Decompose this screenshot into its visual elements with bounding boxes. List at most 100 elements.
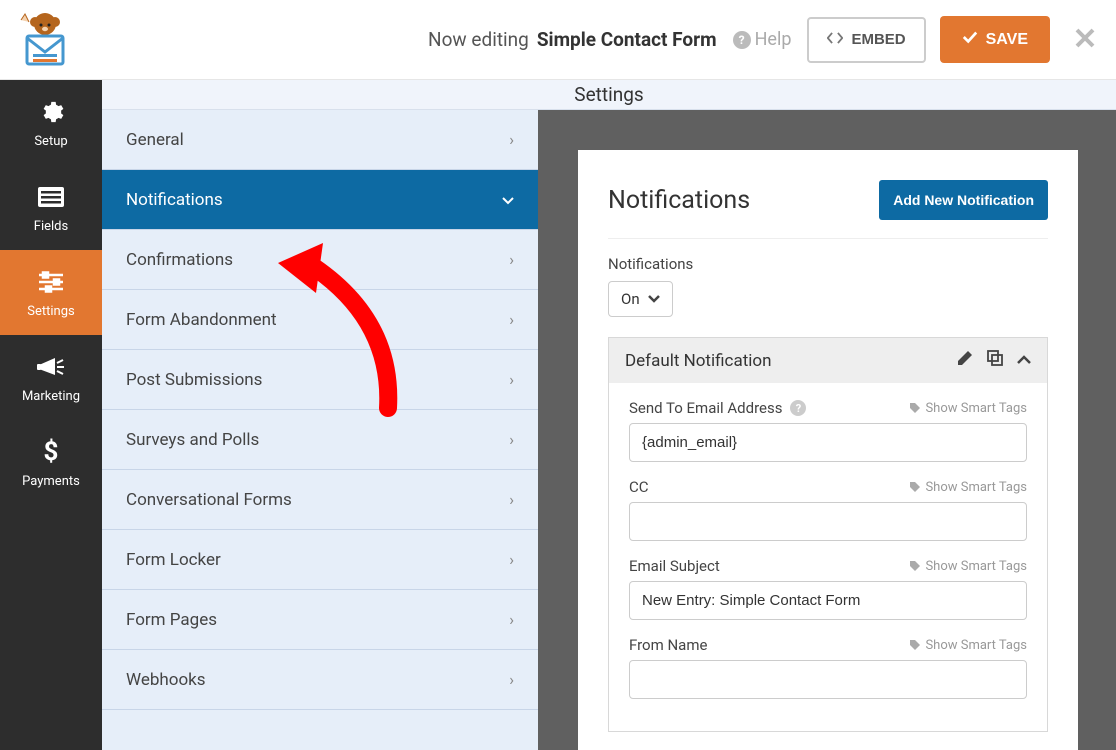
chevron-right-icon: › [509, 370, 514, 389]
chevron-down-icon [648, 295, 660, 303]
settings-area: Settings General › Notifications Confirma… [102, 80, 1116, 750]
save-label: SAVE [986, 31, 1028, 49]
from-name-input[interactable] [629, 660, 1027, 699]
settings-item-label: General [126, 130, 184, 150]
field-send-to: Send To Email Address? Show Smart Tags [629, 399, 1027, 462]
settings-title: Settings [574, 83, 643, 106]
sidebar-item-label: Setup [34, 134, 67, 149]
notification-tools [957, 350, 1031, 371]
smart-tags-link[interactable]: Show Smart Tags [909, 480, 1027, 495]
editing-prefix: Now editing [428, 28, 529, 51]
send-to-input[interactable] [629, 423, 1027, 462]
sidebar-item-label: Payments [22, 474, 80, 489]
field-cc: CC Show Smart Tags [629, 478, 1027, 541]
notification-header: Default Notification [609, 338, 1047, 383]
sidebar-item-marketing[interactable]: Marketing [0, 335, 102, 420]
settings-item-notifications[interactable]: Notifications [102, 170, 538, 230]
tag-icon [909, 481, 921, 493]
field-label: Send To Email Address [629, 399, 782, 417]
settings-header: Settings [102, 80, 1116, 110]
notification-body: Send To Email Address? Show Smart Tags C… [609, 383, 1047, 731]
settings-item-confirmations[interactable]: Confirmations › [102, 230, 538, 290]
chevron-up-icon[interactable] [1017, 350, 1031, 371]
svg-text:$: $ [44, 438, 59, 466]
chevron-right-icon: › [509, 130, 514, 149]
toggle-label: Notifications [608, 255, 1048, 273]
wpforms-logo [15, 12, 75, 67]
panel-title: Notifications [608, 186, 750, 215]
cc-input[interactable] [629, 502, 1027, 541]
chevron-right-icon: › [509, 310, 514, 329]
settings-item-label: Form Locker [126, 550, 221, 570]
copy-icon[interactable] [987, 350, 1003, 371]
editing-label: Now editing Simple Contact Form ? Help [428, 28, 791, 51]
sidebar-item-label: Marketing [22, 389, 80, 404]
embed-button[interactable]: EMBED [807, 17, 925, 63]
settings-item-label: Surveys and Polls [126, 430, 259, 450]
settings-body: General › Notifications Confirmations › Fo… [102, 110, 1116, 750]
field-label: Email Subject [629, 557, 720, 575]
help-label: Help [755, 29, 792, 50]
tag-icon [909, 639, 921, 651]
smart-tags-link[interactable]: Show Smart Tags [909, 638, 1027, 653]
settings-item-form-abandonment[interactable]: Form Abandonment› [102, 290, 538, 350]
settings-item-post-submissions[interactable]: Post Submissions › [102, 350, 538, 410]
chevron-right-icon: › [509, 550, 514, 569]
chevron-right-icon: › [509, 610, 514, 629]
help-link[interactable]: ? Help [733, 29, 792, 50]
field-label: From Name [629, 636, 707, 654]
settings-item-label: Conversational Forms [126, 490, 292, 510]
notification-title: Default Notification [625, 351, 771, 371]
settings-item-conversational-forms[interactable]: Conversational Forms › [102, 470, 538, 530]
list-icon [37, 183, 65, 211]
toggle-value: On [621, 290, 640, 308]
form-name: Simple Contact Form [537, 28, 717, 51]
settings-item-label: Form Pages [126, 610, 217, 630]
chevron-right-icon: › [509, 490, 514, 509]
close-icon [1074, 27, 1096, 49]
settings-item-webhooks[interactable]: Webhooks › [102, 650, 538, 710]
sidebar-item-label: Fields [34, 219, 68, 234]
chevron-right-icon: › [509, 250, 514, 269]
smart-tags-link[interactable]: Show Smart Tags [909, 559, 1027, 574]
field-label: CC [629, 478, 649, 496]
code-icon [827, 31, 843, 49]
settings-item-label: Notifications [126, 190, 223, 210]
sidebar: Setup Fields Settings Marketing $ Paymen… [0, 80, 102, 750]
smart-tags-link[interactable]: Show Smart Tags [909, 401, 1027, 416]
close-button[interactable] [1074, 23, 1096, 56]
embed-label: EMBED [851, 31, 905, 48]
notification-box: Default Notification Send To Email Addre… [608, 337, 1048, 732]
settings-item-label: Post Submissions [126, 370, 262, 390]
megaphone-icon [37, 353, 65, 381]
settings-item-surveys-polls[interactable]: Surveys and Polls › [102, 410, 538, 470]
help-icon[interactable]: ? [790, 400, 806, 416]
notifications-toggle[interactable]: On [608, 281, 673, 317]
help-icon: ? [733, 31, 751, 49]
chevron-right-icon: › [509, 670, 514, 689]
edit-icon[interactable] [957, 350, 973, 371]
check-icon [962, 30, 978, 49]
save-button[interactable]: SAVE [940, 16, 1050, 63]
panel-header: Notifications Add New Notification [608, 180, 1048, 239]
tag-icon [909, 402, 921, 414]
chevron-right-icon: › [509, 430, 514, 449]
sidebar-item-fields[interactable]: Fields [0, 165, 102, 250]
settings-item-form-locker[interactable]: Form Locker › [102, 530, 538, 590]
notifications-panel: Notifications Add New Notification Notif… [578, 150, 1078, 750]
settings-item-label: Webhooks [126, 670, 206, 690]
sidebar-item-setup[interactable]: Setup [0, 80, 102, 165]
gear-icon [37, 98, 65, 126]
main-area: Setup Fields Settings Marketing $ Paymen… [0, 80, 1116, 750]
dollar-icon: $ [37, 438, 65, 466]
chevron-down-icon [502, 190, 514, 209]
tag-icon [909, 560, 921, 572]
sidebar-item-payments[interactable]: $ Payments [0, 420, 102, 505]
sliders-icon [37, 268, 65, 296]
add-notification-button[interactable]: Add New Notification [879, 180, 1048, 220]
subject-input[interactable] [629, 581, 1027, 620]
sidebar-item-settings[interactable]: Settings [0, 250, 102, 335]
settings-item-label: Confirmations [126, 250, 233, 270]
settings-item-form-pages[interactable]: Form Pages › [102, 590, 538, 650]
settings-item-general[interactable]: General › [102, 110, 538, 170]
